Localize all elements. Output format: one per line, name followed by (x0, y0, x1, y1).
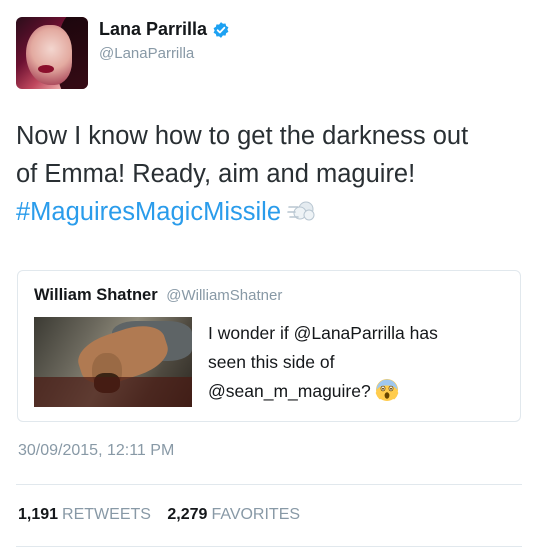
quoted-tweet-text: I wonder if @LanaParrilla has seen this … (208, 319, 508, 406)
quoted-text-line: seen this side of (208, 352, 335, 372)
favorites-count: 2,279 (167, 506, 208, 523)
quoted-author-name[interactable]: William Shatner (34, 286, 158, 304)
quoted-text-line: I wonder if @LanaParrilla has (208, 323, 438, 343)
author-name-row[interactable]: Lana Parrilla (99, 19, 230, 40)
quoted-tweet[interactable]: William Shatner @WilliamShatner I wonder… (17, 270, 521, 422)
dash-symbol-icon (287, 201, 315, 221)
retweets-count: 1,191 (18, 506, 59, 523)
tweet-text-line: of Emma! Ready, aim and maguire! (16, 160, 416, 188)
author-display-name[interactable]: Lana Parrilla (99, 19, 207, 40)
hashtag-link[interactable]: #MaguiresMagicMissile (16, 198, 281, 226)
image-cape (34, 377, 192, 407)
quoted-tweet-image[interactable] (34, 317, 192, 407)
author-block[interactable]: Lana Parrilla @LanaParrilla (99, 19, 230, 62)
tweet-timestamp[interactable]: 30/09/2015, 12:11 PM (18, 442, 174, 460)
tweet-stats: 1,191 RETWEETS 2,279 FAVORITES (18, 506, 312, 524)
avatar[interactable] (16, 17, 88, 89)
favorites-label: FAVORITES (211, 506, 301, 523)
author-handle[interactable]: @LanaParrilla (99, 45, 230, 62)
tweet-text-line: Now I know how to get the darkness out (16, 122, 469, 150)
tweet-text: Now I know how to get the darkness out o… (16, 117, 521, 231)
verified-badge-icon (213, 21, 229, 38)
tweet-hashtag-row: #MaguiresMagicMissile (16, 193, 521, 231)
retweets-label: RETWEETS (62, 506, 151, 523)
divider (16, 484, 522, 485)
divider (16, 546, 522, 547)
quoted-author-handle[interactable]: @WilliamShatner (166, 287, 282, 304)
face-screaming-icon (375, 379, 398, 401)
avatar-face (26, 25, 72, 85)
quoted-tweet-header: William Shatner @WilliamShatner (34, 286, 282, 305)
retweets-stat[interactable]: 1,191 RETWEETS (18, 506, 167, 523)
quoted-text-row: @sean_m_maguire? (208, 377, 508, 406)
quoted-text-line: @sean_m_maguire? (208, 381, 371, 401)
favorites-stat[interactable]: 2,279 FAVORITES (167, 506, 312, 523)
avatar-lips (38, 65, 54, 73)
